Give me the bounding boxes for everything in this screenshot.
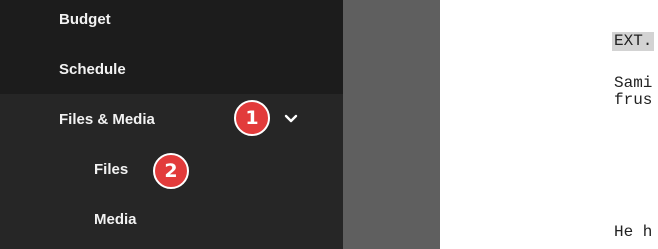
sidebar-item-label: Schedule <box>59 60 126 78</box>
sidebar-item-label: Files & Media <box>59 110 155 128</box>
sidebar-item-schedule[interactable]: Schedule <box>0 44 343 94</box>
sidebar-item-budget[interactable]: Budget <box>0 0 343 44</box>
step-badge-1: 1 <box>234 100 270 136</box>
sidebar-subitem-label: Files <box>94 160 129 178</box>
script-page[interactable]: EXT. Sami frus He h <box>440 0 658 249</box>
action-line: Sami <box>614 74 653 92</box>
step-badge-2: 2 <box>153 153 189 189</box>
sidebar-item-label: Budget <box>59 10 111 28</box>
sidebar-subitem-media[interactable]: Media <box>0 194 343 244</box>
editor-gutter <box>343 0 440 249</box>
chevron-down-icon[interactable] <box>283 112 299 126</box>
scene-heading: EXT. <box>612 32 655 51</box>
action-line: frus <box>614 91 653 109</box>
sidebar-item-files-media[interactable]: Files & Media <box>0 94 343 144</box>
sidebar: Budget Schedule Files & Media Files Medi… <box>0 0 343 249</box>
action-line: He h <box>614 223 653 241</box>
sidebar-subitem-label: Media <box>94 210 137 228</box>
